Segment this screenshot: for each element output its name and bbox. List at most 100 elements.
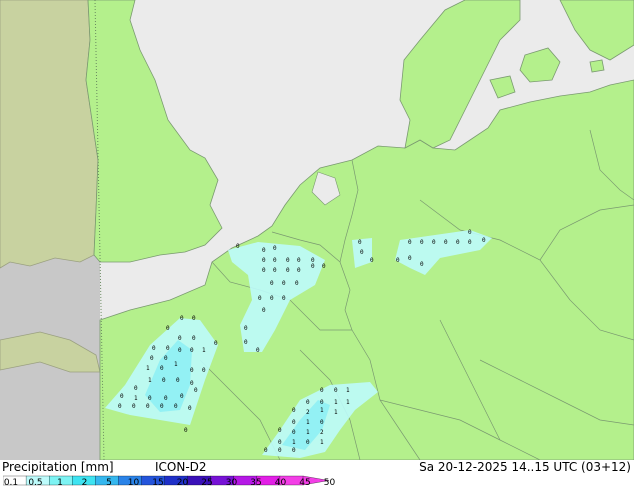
cell-label-east: 0 bbox=[360, 249, 364, 256]
colorbar-tick-label: 40 bbox=[274, 478, 287, 488]
cell-label-central: 0 bbox=[311, 263, 315, 270]
colorbar-tick-label: 15 bbox=[152, 478, 164, 488]
colorbar-tick-label: 35 bbox=[250, 478, 262, 488]
cell-label-central: 0 bbox=[270, 280, 274, 287]
cell-label-west: 0 bbox=[180, 315, 184, 322]
cell-label-central: 0 bbox=[270, 295, 274, 302]
cell-label-south: 1 bbox=[320, 439, 324, 446]
cell-label-east: 0 bbox=[408, 239, 412, 246]
legend-footer: Precipitation [mm] ICON-D2 Sa 20-12-2025… bbox=[0, 460, 634, 490]
cell-label-central: 0 bbox=[286, 267, 290, 274]
cell-label-south: 1 bbox=[306, 429, 310, 436]
cell-label-west: 0 bbox=[178, 335, 182, 342]
cell-label-west: 0 bbox=[256, 347, 260, 354]
cell-label-east: 0 bbox=[432, 239, 436, 246]
cell-label-east: 0 bbox=[456, 239, 460, 246]
cell-label-south: 1 bbox=[292, 439, 296, 446]
cell-label-west: 0 bbox=[164, 395, 168, 402]
cell-label-south: 2 bbox=[320, 429, 324, 436]
cell-label-south: 0 bbox=[292, 407, 296, 414]
cell-label-south: 0 bbox=[306, 439, 310, 446]
cell-label-east: 0 bbox=[370, 257, 374, 264]
cell-label-south: 2 bbox=[306, 409, 310, 416]
cell-label-central: 0 bbox=[273, 245, 277, 252]
cell-label-south: 1 bbox=[334, 409, 338, 416]
colorbar-tick-label: 1 bbox=[57, 478, 63, 488]
colorbar-tick-label: 0.5 bbox=[28, 478, 43, 488]
colorbar-tick-label: 5 bbox=[106, 478, 112, 488]
cell-label-south: 0 bbox=[184, 427, 188, 434]
cell-label-west: 0 bbox=[166, 345, 170, 352]
cell-label-west: 0 bbox=[160, 403, 164, 410]
cell-label-west: 0 bbox=[132, 403, 136, 410]
cell-label-east: 0 bbox=[408, 255, 412, 262]
cell-label-central: 0 bbox=[262, 267, 266, 274]
cell-label-south: 0 bbox=[278, 439, 282, 446]
colorbar-tick-label: 0.1 bbox=[3, 478, 19, 488]
cell-label-south: 1 bbox=[346, 399, 350, 406]
cell-label-south: 0 bbox=[292, 447, 296, 454]
cell-label-south: 0 bbox=[334, 387, 338, 394]
cell-label-central: 0 bbox=[297, 257, 301, 264]
cell-label-south: 1 bbox=[346, 387, 350, 394]
cell-label-west: 1 bbox=[148, 377, 152, 384]
cell-label-south: 1 bbox=[306, 419, 310, 426]
cell-label-east: 0 bbox=[420, 239, 424, 246]
legend-title: Precipitation [mm] bbox=[2, 460, 114, 474]
cell-label-central: 0 bbox=[262, 307, 266, 314]
cell-label-west: 0 bbox=[134, 385, 138, 392]
cell-label-south: 0 bbox=[306, 399, 310, 406]
map-viewer: 0000000000000000000000000000000000000000… bbox=[0, 0, 634, 490]
cell-label-west: 0 bbox=[152, 345, 156, 352]
cell-label-west: 1 bbox=[202, 347, 206, 354]
cell-label-south: 1 bbox=[334, 399, 338, 406]
cell-label-central: 0 bbox=[273, 267, 277, 274]
cell-label-west: 0 bbox=[120, 393, 124, 400]
colorbar-tick-label: 20 bbox=[176, 478, 189, 488]
cell-label-west: 0 bbox=[244, 325, 248, 332]
cell-label-central: 0 bbox=[262, 257, 266, 264]
cell-label-south: 0 bbox=[278, 427, 282, 434]
cell-label-east: 0 bbox=[482, 237, 486, 244]
cell-label-central: 0 bbox=[295, 280, 299, 287]
cell-label-west: 0 bbox=[150, 355, 154, 362]
cell-label-west: 0 bbox=[190, 380, 194, 387]
cell-label-west: 0 bbox=[160, 365, 164, 372]
cell-label-central: 0 bbox=[273, 257, 277, 264]
cell-label-central: 0 bbox=[282, 280, 286, 287]
cell-label-east: 0 bbox=[468, 239, 472, 246]
cell-label-east: 0 bbox=[468, 229, 472, 236]
cell-label-west: 0 bbox=[164, 355, 168, 362]
cell-label-south: 0 bbox=[320, 387, 324, 394]
cell-label-west: 0 bbox=[214, 340, 218, 347]
cell-label-west: 0 bbox=[194, 387, 198, 394]
cell-label-central: 0 bbox=[297, 267, 301, 274]
cell-label-south: 0 bbox=[278, 447, 282, 454]
colorbar-tick-label: 30 bbox=[225, 478, 238, 488]
cell-label-west: 0 bbox=[166, 325, 170, 332]
cell-label-south: 0 bbox=[320, 399, 324, 406]
cell-label-west: 0 bbox=[118, 403, 122, 410]
cell-label-central: 0 bbox=[286, 257, 290, 264]
cell-label-south: 1 bbox=[320, 407, 324, 414]
cell-label-west: 1 bbox=[146, 365, 150, 372]
precipitation-map[interactable]: 00 00 0 0 0 00 0 0 00 00 0 00 0 000000 0 0 0 000 00 000 000 0… bbox=[0, 0, 634, 460]
cell-label-west: 0 bbox=[162, 377, 166, 384]
cell-label-west: 0 bbox=[146, 403, 150, 410]
colorbar-tick-label: 2 bbox=[81, 478, 88, 488]
cell-label-west: 0 bbox=[190, 367, 194, 374]
cell-label-south: 0 bbox=[264, 447, 268, 454]
cell-label-west: 0 bbox=[148, 395, 152, 402]
cell-label-west: 0 bbox=[244, 339, 248, 346]
cell-label-south: 0 bbox=[292, 429, 296, 436]
cell-label-west: 0 bbox=[178, 347, 182, 354]
cell-label-east: 0 bbox=[358, 239, 362, 246]
cell-label-central: 0 bbox=[322, 263, 326, 270]
cell-label-west: 0 bbox=[180, 393, 184, 400]
valid-time: Sa 20-12-2025 14..15 UTC (03+12) bbox=[419, 460, 631, 474]
cell-label-east: 0 bbox=[444, 239, 448, 246]
island-small bbox=[589, 59, 605, 73]
colorbar-ticks: 0.1 0.5 1 2 5 10 15 20 25 30 35 40 45 50 bbox=[0, 478, 634, 490]
cell-label-west: 1 bbox=[134, 395, 138, 402]
colorbar-tick-label: 25 bbox=[201, 478, 213, 488]
